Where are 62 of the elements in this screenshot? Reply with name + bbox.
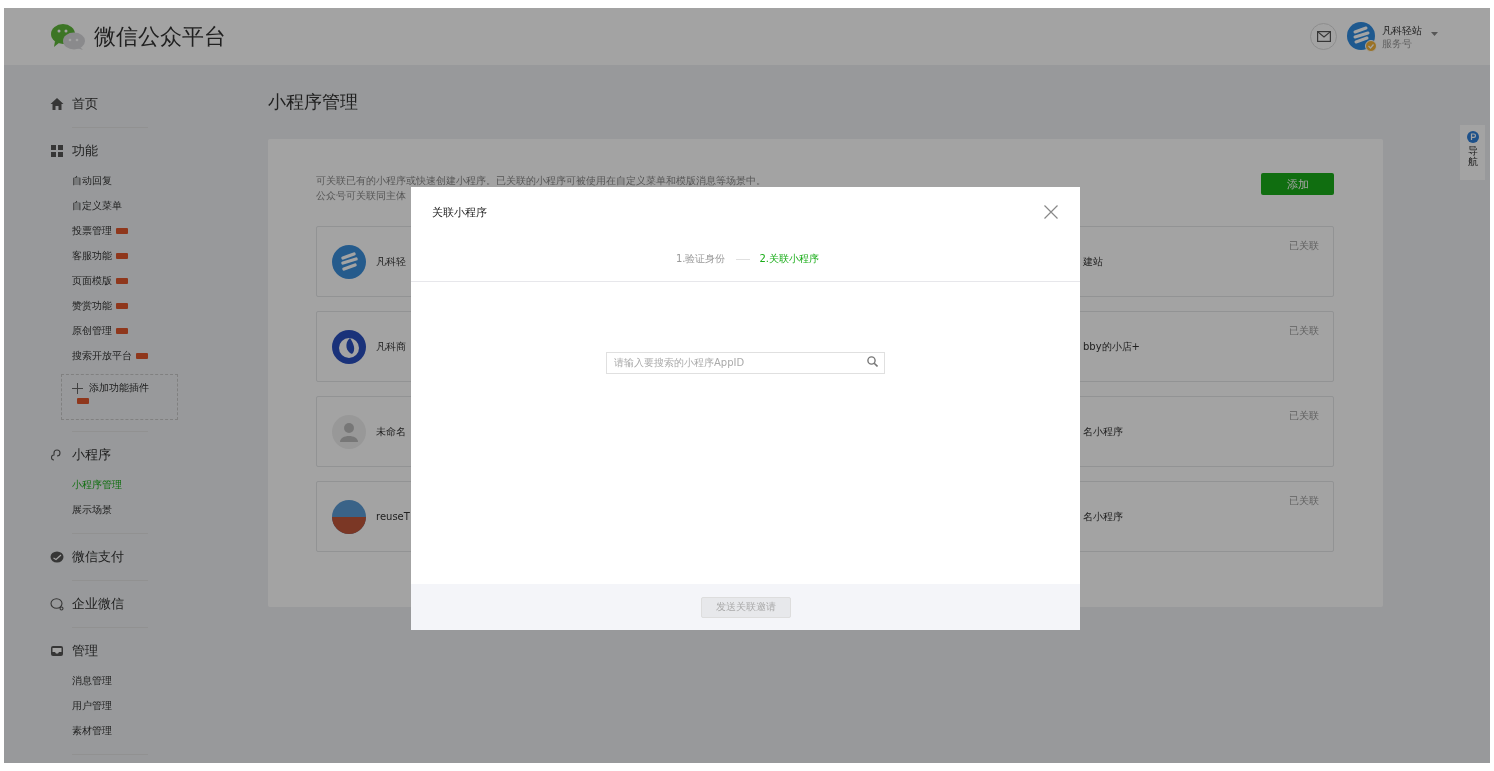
s-logo-icon <box>332 244 366 279</box>
sidebar-item[interactable]: 投票管理 <box>72 223 112 238</box>
add-plugin-button[interactable]: 添加功能插件 <box>61 374 178 420</box>
link-status: 已关联 <box>1289 239 1319 253</box>
step-label: 2.关联小程序 <box>759 252 820 266</box>
mini-program-name: 名小程序 <box>1083 509 1123 524</box>
sidebar-item[interactable]: 赞赏功能 <box>72 298 112 313</box>
account-name[interactable]: 凡科轻站 <box>1382 23 1422 37</box>
mail-button[interactable] <box>1310 23 1337 50</box>
sidebar-section[interactable]: 企业微信 <box>50 592 268 616</box>
p-circle-icon <box>1466 131 1479 143</box>
mini-program-name: 凡科商 <box>376 339 406 354</box>
page-title: 小程序管理 <box>268 90 359 114</box>
photo-placeholder <box>332 499 366 534</box>
side-nav-label: 导航 <box>1467 145 1478 167</box>
chat-bubbles-logo-icon <box>50 22 86 51</box>
sidebar-section[interactable]: 首页 <box>50 92 268 116</box>
caret-icon[interactable] <box>1431 31 1438 36</box>
mini-program-name: 凡科轻 <box>376 254 406 269</box>
side-nav-tab[interactable]: 导航 <box>1460 125 1485 180</box>
sidebar-item[interactable]: 客服功能 <box>72 248 112 263</box>
link-status: 已关联 <box>1289 409 1319 423</box>
sidebar-section[interactable]: 管理 <box>50 639 268 663</box>
intro-text: 公众号可关联同主体 <box>316 189 407 203</box>
close-icon[interactable] <box>1044 205 1058 219</box>
person-avatar-icon <box>332 414 366 449</box>
home-icon <box>50 97 64 111</box>
sidebar-item[interactable]: 展示场景 <box>72 502 112 517</box>
sidebar-item[interactable]: 搜索开放平台 <box>72 348 132 363</box>
sidebar-section[interactable]: 功能 <box>50 139 268 163</box>
link-status: 已关联 <box>1289 324 1319 338</box>
mini-program-name: reuseT <box>376 511 410 522</box>
mail-icon <box>1316 31 1331 42</box>
sidebar-item[interactable]: 自定义菜单 <box>72 198 122 213</box>
plus-icon <box>72 382 83 394</box>
mini-program-name: 未命名 <box>376 424 406 439</box>
mini-program-name: 名小程序 <box>1083 424 1123 439</box>
intro-text: 可关联已有的小程序或快速创建小程序。已关联的小程序可被使用在自定义菜单和模版消息等场景中。 <box>316 174 766 188</box>
mini-program-name: bby的小店+ <box>1083 339 1140 354</box>
sidebar-item[interactable]: 素材管理 <box>72 723 112 738</box>
sidebar-item[interactable]: 原创管理 <box>72 323 112 338</box>
sidebar-item[interactable]: 自动回复 <box>72 173 112 188</box>
sidebar-item[interactable]: 用户管理 <box>72 698 112 713</box>
chat-icon <box>50 597 64 611</box>
search-icon[interactable] <box>867 356 878 367</box>
check-bubble-icon <box>50 550 64 564</box>
mini-program-name: 建站 <box>1083 254 1103 269</box>
platform-title: 微信公众平台 <box>94 22 226 51</box>
sidebar-section[interactable]: 微信支付 <box>50 545 268 569</box>
dialog-title: 关联小程序 <box>432 204 487 220</box>
sidebar-section[interactable]: 小程序 <box>50 443 268 467</box>
plugin-label: 添加功能插件 <box>89 381 149 395</box>
sidebar-item[interactable]: 消息管理 <box>72 673 112 688</box>
search-field[interactable]: 请输入要搜索的小程序AppID <box>606 351 885 374</box>
account-avatar-icon[interactable] <box>1347 21 1377 52</box>
link-status: 已关联 <box>1289 494 1319 508</box>
inbox-icon <box>50 644 64 658</box>
swirl-logo-icon <box>332 329 366 364</box>
grid-icon <box>50 144 64 158</box>
link-icon <box>50 448 64 462</box>
step-label: 1.验证身份 <box>675 252 726 266</box>
sidebar-item[interactable]: 页面模版 <box>72 273 112 288</box>
